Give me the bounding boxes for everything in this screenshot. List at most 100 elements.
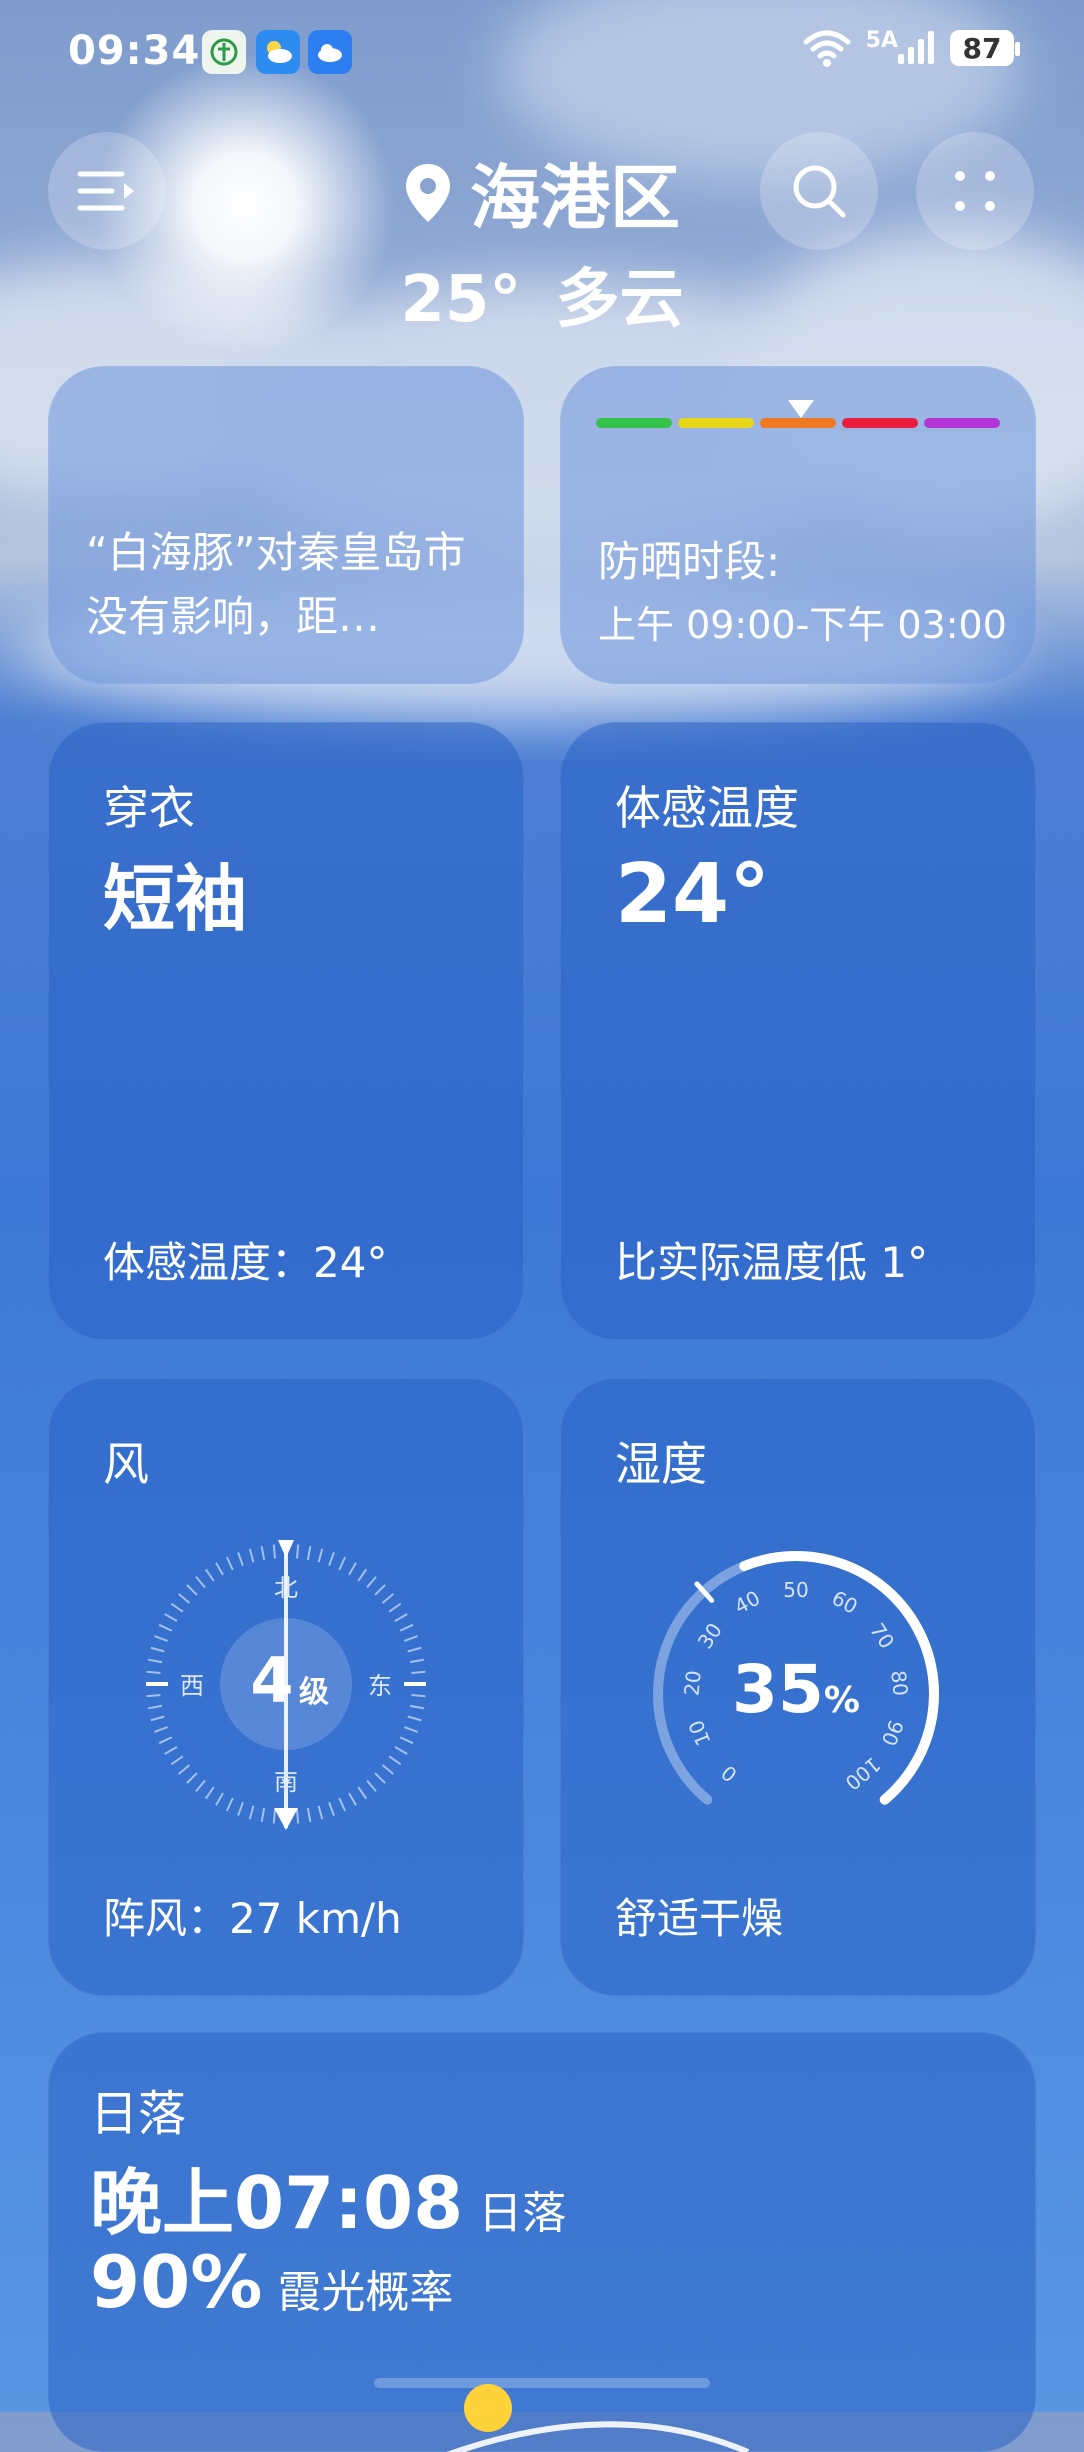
wind-level: 4 — [250, 1644, 293, 1717]
wind-gust: 阵风：27 km/h — [103, 1894, 402, 1943]
compass-tick — [195, 1576, 206, 1589]
uv-period: 上午 09:00-下午 03:00 — [598, 603, 1007, 647]
feels-like-card[interactable]: 体感温度 24° 比实际温度低 1° — [560, 722, 1036, 1340]
compass-tick — [260, 1807, 266, 1823]
compass-tick — [204, 1786, 215, 1800]
compass-tick — [317, 1805, 324, 1820]
compass-tick — [225, 1556, 234, 1571]
compass-tick — [409, 1658, 425, 1664]
humidity-value: 35% — [732, 1651, 860, 1728]
compass-tick — [404, 1635, 418, 1642]
status-bar: 09:34 5A 87 — [0, 0, 1084, 110]
compass-tick — [154, 1635, 168, 1642]
compass-tick — [348, 1792, 357, 1806]
feels-like-value: 24° — [615, 847, 771, 942]
compass-tick — [248, 1805, 255, 1820]
humidity-tick-label: 100 — [841, 1752, 886, 1795]
compass-tick — [366, 1779, 377, 1792]
compass-tick — [374, 1772, 386, 1784]
compass-east: 东 — [368, 1672, 392, 1700]
compass-tick — [215, 1562, 224, 1576]
compass-tick — [178, 1764, 191, 1775]
compass-tick — [306, 1545, 312, 1561]
location-pin-icon — [406, 163, 450, 222]
humidity-unit: % — [824, 1680, 860, 1721]
compass-tick — [407, 1646, 422, 1653]
compass-north: 北 — [274, 1574, 298, 1602]
compass-tick — [366, 1576, 377, 1589]
uv-level-marker — [788, 400, 814, 418]
compass-tick — [164, 1613, 178, 1622]
compass-tick — [146, 1670, 161, 1675]
sun-icon — [464, 2384, 512, 2432]
network-type: 5A — [865, 27, 898, 53]
compass-tick — [411, 1693, 426, 1698]
humidity-footer: 舒适干燥 — [615, 1894, 784, 1943]
uv-title: 防晒时段: — [598, 537, 781, 586]
compass-tick — [195, 1779, 206, 1792]
compass-tick — [170, 1602, 184, 1613]
humidity-tick-label: 10 — [684, 1717, 716, 1750]
weather-app-icon — [256, 30, 300, 74]
humidity-tick-label: 40 — [730, 1586, 764, 1619]
compass-west: 西 — [180, 1672, 204, 1700]
humidity-card[interactable]: 湿度 0 10 20 30 40 50 60 70 80 90 100 35% 舒适干燥 — [560, 1378, 1036, 1996]
humidity-tick-label: 80 — [886, 1669, 913, 1697]
compass-tick — [295, 1809, 300, 1824]
wind-card[interactable]: 风 北 南 东 西 4 级 阵风：27 km/h — [48, 1378, 524, 1996]
compass-tick — [357, 1786, 368, 1800]
uv-scale-segment — [596, 418, 672, 428]
humidity-tick-label: 30 — [693, 1619, 727, 1654]
compass-tick — [404, 1726, 418, 1733]
compass-tick — [399, 1623, 414, 1632]
wind-level-unit: 级 — [299, 1675, 329, 1710]
humidity-tick-label: 50 — [783, 1578, 808, 1602]
compass-tick — [215, 1792, 224, 1806]
compass-tick — [158, 1736, 173, 1745]
location-title[interactable]: 海港区 — [0, 142, 1084, 243]
clothing-card[interactable]: 穿衣 短袖 体感温度：24° — [48, 722, 524, 1340]
compass-tick — [147, 1704, 163, 1710]
compass-tick — [260, 1545, 266, 1561]
current-temperature: 25° — [400, 263, 522, 337]
uv-scale-segment — [760, 418, 836, 428]
compass-tick — [146, 1693, 161, 1698]
compass-tick — [164, 1746, 178, 1755]
status-time: 09:34 — [68, 28, 201, 74]
compass-tick — [381, 1764, 394, 1775]
uv-scale-segment — [924, 418, 1000, 428]
sun-path-graphic — [374, 2378, 750, 2452]
compass-tick — [158, 1623, 173, 1632]
compass-tick — [394, 1746, 408, 1755]
compass-tick — [237, 1802, 244, 1816]
compass-tick — [357, 1568, 368, 1582]
humidity-tick-label: 60 — [828, 1586, 862, 1619]
sunset-card[interactable]: 日落 晚上07:08 日落 90% 霞光概率 — [48, 2032, 1036, 2452]
compass-tick — [295, 1544, 300, 1559]
compass-tick — [381, 1593, 394, 1604]
cloud-app-icon — [308, 30, 352, 74]
compass-tick — [409, 1704, 425, 1710]
feels-like-title: 体感温度 — [615, 781, 799, 835]
scroll-indicator — [374, 2378, 710, 2388]
battery-indicator: 87 — [950, 30, 1020, 66]
compass-tick — [328, 1802, 335, 1816]
uv-scale-bar — [596, 418, 1000, 428]
weather-news-card[interactable]: “白海豚”对秦皇岛市没有影响，距… — [48, 366, 524, 684]
current-weather: 25° 多云 — [0, 248, 1084, 340]
wifi-icon — [803, 30, 851, 67]
humidity-tick-label: 90 — [877, 1717, 909, 1750]
compass-tick — [374, 1584, 386, 1596]
clothing-value: 短袖 — [103, 857, 248, 941]
clothing-footer: 体感温度：24° — [103, 1238, 388, 1287]
compass-tick — [388, 1602, 402, 1613]
compass-tick — [170, 1755, 184, 1766]
compass-tick — [399, 1736, 414, 1745]
humidity-tick-label: 20 — [679, 1669, 706, 1697]
uv-scale-segment — [842, 418, 918, 428]
compass-tick — [147, 1658, 163, 1664]
feels-like-footer: 比实际温度低 1° — [615, 1238, 929, 1287]
compass-tick — [338, 1556, 347, 1571]
uv-card[interactable]: 防晒时段: 上午 09:00-下午 03:00 — [560, 366, 1036, 684]
compass-tick — [225, 1797, 234, 1812]
